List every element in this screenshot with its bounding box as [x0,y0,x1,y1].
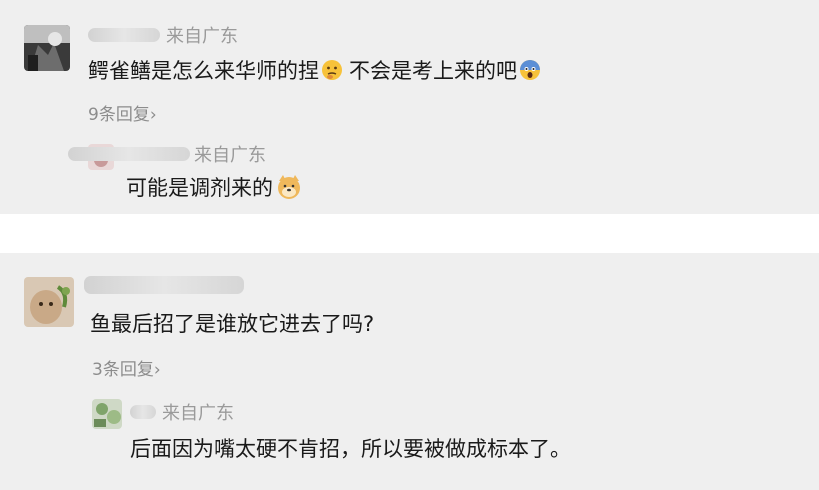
reply-count-link[interactable]: 3条回复› [92,355,161,380]
location-label: 来自广东 [194,145,266,166]
commenter-name-row: 来自广东 [88,22,238,48]
reply-text: 可能是调剂来的 [126,172,305,202]
comment-card: 鱼最后招了是谁放它进去了吗? 3条回复› 来自广东 后面因为嘴太硬不肯招，所以要… [0,253,819,490]
location-label: 来自广东 [166,26,238,47]
chevron-right-icon: › [153,360,161,380]
reply-name-row: 来自广东 [68,141,266,167]
comment-card: 来自广东 鳄雀鳝是怎么来华师的捏 不会是考上来的吧 9条回复› 来自广东 可能是… [0,0,819,214]
reply-count-link[interactable]: 9条回复› [88,100,157,125]
blurred-username[interactable] [88,28,160,42]
doge-icon [275,173,303,201]
thinking-face-icon [321,59,343,81]
avatar[interactable] [24,25,70,71]
chevron-right-icon: › [149,105,157,125]
reply-text: 后面因为嘴太硬不肯招，所以要被做成标本了。 [130,437,571,461]
blurred-username[interactable] [68,147,190,161]
avatar[interactable] [24,277,74,327]
screaming-face-icon [519,59,541,81]
blurred-username[interactable] [130,405,156,419]
blurred-username[interactable] [84,276,244,294]
reply-name-row: 来自广东 [130,399,234,425]
commenter-name-row [84,276,250,294]
comment-text: 鱼最后招了是谁放它进去了吗? [90,312,375,336]
location-label: 来自广东 [162,403,234,424]
comment-text: 鳄雀鳝是怎么来华师的捏 不会是考上来的吧 [88,55,543,85]
reply-avatar[interactable] [92,399,122,429]
